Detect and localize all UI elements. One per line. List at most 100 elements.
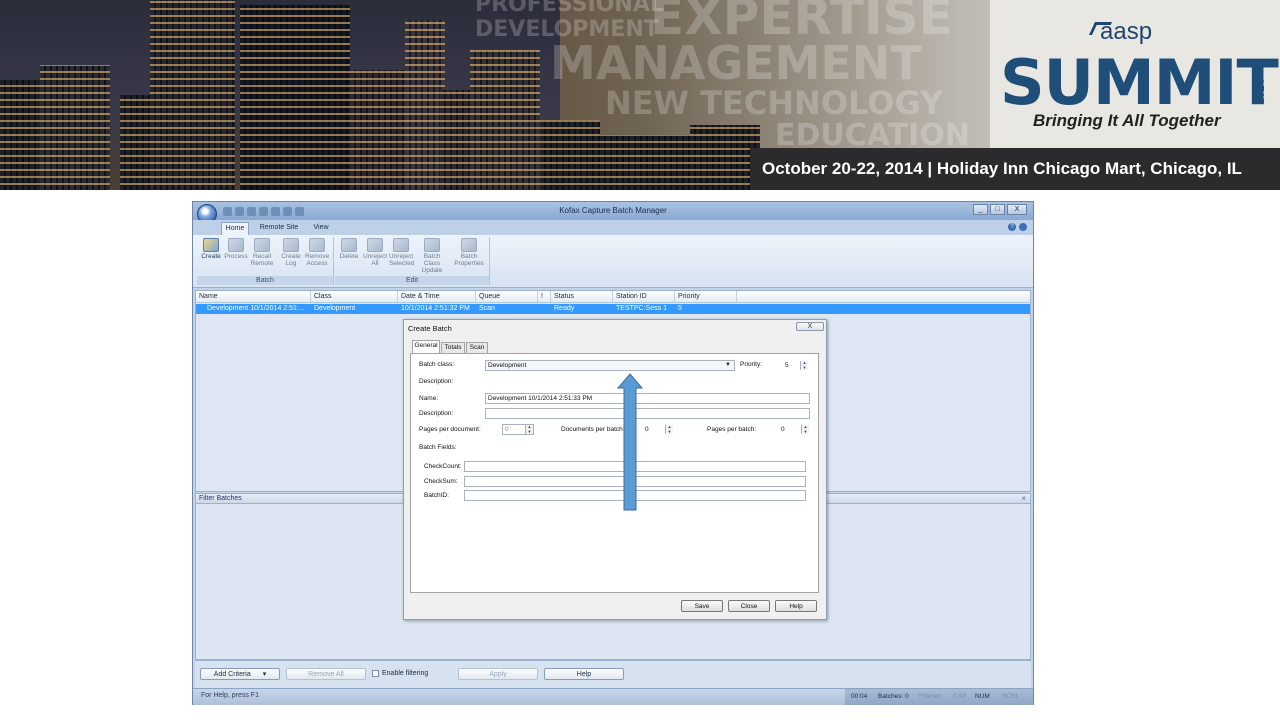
column-header-name[interactable]: Name [196,291,311,302]
batch-list-header: Name Class Date & Time Queue ! Status St… [196,291,1030,303]
filter-batches-title: Filter Batches [199,495,242,502]
close-window-button[interactable]: X [1007,204,1027,215]
column-header-station-id[interactable]: Station ID [613,291,675,302]
column-header-priority[interactable]: Priority [675,291,737,302]
batch-fields-label: Batch Fields: [419,444,457,451]
tab-general[interactable]: General [412,340,440,353]
column-header-flag[interactable]: ! [538,291,551,302]
chevron-down-icon: ▾ [262,671,267,678]
aasp-logo-text: aasp [1100,18,1153,45]
filter-help-button[interactable]: Help [544,668,624,680]
remove-all-button[interactable]: Remove All [286,668,366,680]
cell-flag [538,304,551,314]
status-filtered: Filtered [919,693,941,700]
event-date-text: October 20-22, 2014 | Holiday Inn Chicag… [762,159,1242,178]
filter-controls: Add Criteria ▾ Remove All Enable filteri… [195,660,1031,689]
unreject-selected-icon [393,238,409,252]
ribbon-group-batch-label: Batch [197,276,333,285]
status-time: 00:04 [851,693,868,700]
pages-per-batch-label: Pages per batch: [707,426,757,433]
chevron-down-icon: ▼ [725,362,731,368]
watermark-management: MANAGEMENT [550,36,922,90]
pages-per-document-stepper[interactable]: 0 ▲ ▼ [502,424,534,435]
column-header-status[interactable]: Status [551,291,613,302]
pages-per-document-label: Pages per document: [419,426,481,433]
priority-label: Priority: [740,361,763,368]
status-num: NUM [975,693,990,700]
watermark-new-technology: NEW TECHNOLOGY [605,84,944,122]
create-log-icon [283,238,299,252]
ribbon-group-edit: Delete Unreject All Unreject Selected Ba… [335,237,490,285]
tab-totals[interactable]: Totals [441,342,465,353]
unreject-all-button[interactable]: Unreject All [363,238,387,267]
column-header-class[interactable]: Class [311,291,398,302]
enable-filtering-checkbox[interactable] [372,670,379,677]
batch-class-update-button[interactable]: Batch Class Update [417,238,447,274]
create-button[interactable]: Create [199,238,223,260]
maximize-button[interactable]: □ [990,204,1005,215]
batch-class-update-icon [424,238,440,252]
save-button[interactable]: Save [681,600,723,612]
batch-class-select[interactable]: Development ▼ [485,360,735,371]
status-scrl: SCRL [1002,693,1020,700]
annotation-arrow-up-icon [617,373,643,511]
remove-access-button[interactable]: Remove Access [305,238,329,267]
documents-per-batch-label: Documents per batch: [561,426,625,433]
ribbon-group-edit-label: Edit [335,276,489,285]
spin-arrows-icon[interactable]: ▲ ▼ [800,361,808,370]
options-icon[interactable] [1019,223,1027,231]
description2-label: Description: [419,410,454,417]
process-button[interactable]: Process [224,238,248,260]
dialog-close-button[interactable]: X [796,322,824,331]
column-header-queue[interactable]: Queue [476,291,538,302]
name-label: Name: [419,395,439,402]
status-bar: For Help, press F1 00:04 Batches: 0 Filt… [193,688,1033,705]
column-header-datetime[interactable]: Date & Time [398,291,476,302]
priority-stepper[interactable]: 5 ▲ ▼ [782,360,809,371]
documents-per-batch-stepper[interactable]: 0 ▲ ▼ [642,424,674,435]
minimize-button[interactable]: _ [973,204,988,215]
delete-button[interactable]: Delete [337,238,361,260]
spin-arrows-icon[interactable]: ▲ ▼ [665,425,673,434]
close-filter-icon[interactable]: × [1021,494,1026,504]
batch-properties-button[interactable]: Batch Properties [453,238,485,267]
spin-arrows-icon[interactable]: ▲ ▼ [525,425,533,434]
tab-view[interactable]: View [307,222,335,235]
summit-tagline: Bringing It All Together [1033,111,1221,130]
close-button[interactable]: Close [728,600,770,612]
tab-scan[interactable]: Scan [466,342,488,353]
recall-remote-icon [254,238,270,252]
description-input[interactable] [485,408,810,419]
cell-priority: 5 [678,305,682,312]
unreject-all-icon [367,238,383,252]
create-batch-icon [203,238,219,252]
event-date-bar: October 20-22, 2014 | Holiday Inn Chicag… [750,148,1280,190]
general-tab-panel: Batch class: Development ▼ Priority: 5 ▲… [410,353,819,593]
dialog-help-button[interactable]: Help [775,600,817,612]
create-log-button[interactable]: Create Log [279,238,303,267]
batch-field-label: CheckSum: [424,478,458,485]
status-indicators: 00:04 Batches: 0 Filtered CAP NUM SCRL [845,689,1033,705]
cell-class: Development [314,305,356,312]
recall-remote-button[interactable]: Recall Remote [250,238,274,267]
cell-datetime: 10/1/2014 2:51:32 PM [401,305,470,312]
cell-status: Ready [554,305,575,312]
tab-home[interactable]: Home [221,222,249,235]
cell-name: Development 10/1/2014 2:51:... [207,305,305,312]
batch-field-label: CheckCount: [424,463,462,470]
tab-remote-site[interactable]: Remote Site [255,222,303,235]
spin-arrows-icon[interactable]: ▲ ▼ [801,425,809,434]
unreject-selected-button[interactable]: Unreject Selected [389,238,414,267]
title-bar: Kofax Capture Batch Manager _ □ X [193,202,1033,220]
apply-button[interactable]: Apply [458,668,538,680]
pages-per-batch-stepper[interactable]: 0 ▲ ▼ [778,424,810,435]
help-icon[interactable]: ? [1008,223,1016,231]
dialog-title: Create Batch [408,324,452,333]
status-batches: Batches: 0 [878,693,909,700]
name-input[interactable]: Development 10/1/2014 2:51:33 PM [485,393,810,404]
table-row[interactable]: Development 10/1/2014 2:51:... Developme… [196,304,1030,314]
add-criteria-button[interactable]: Add Criteria ▾ [200,668,280,680]
batch-properties-icon [461,238,477,252]
summit-logo: SUMMIT [1000,46,1279,119]
batch-manager-window: Kofax Capture Batch Manager _ □ X Home R… [192,201,1034,705]
